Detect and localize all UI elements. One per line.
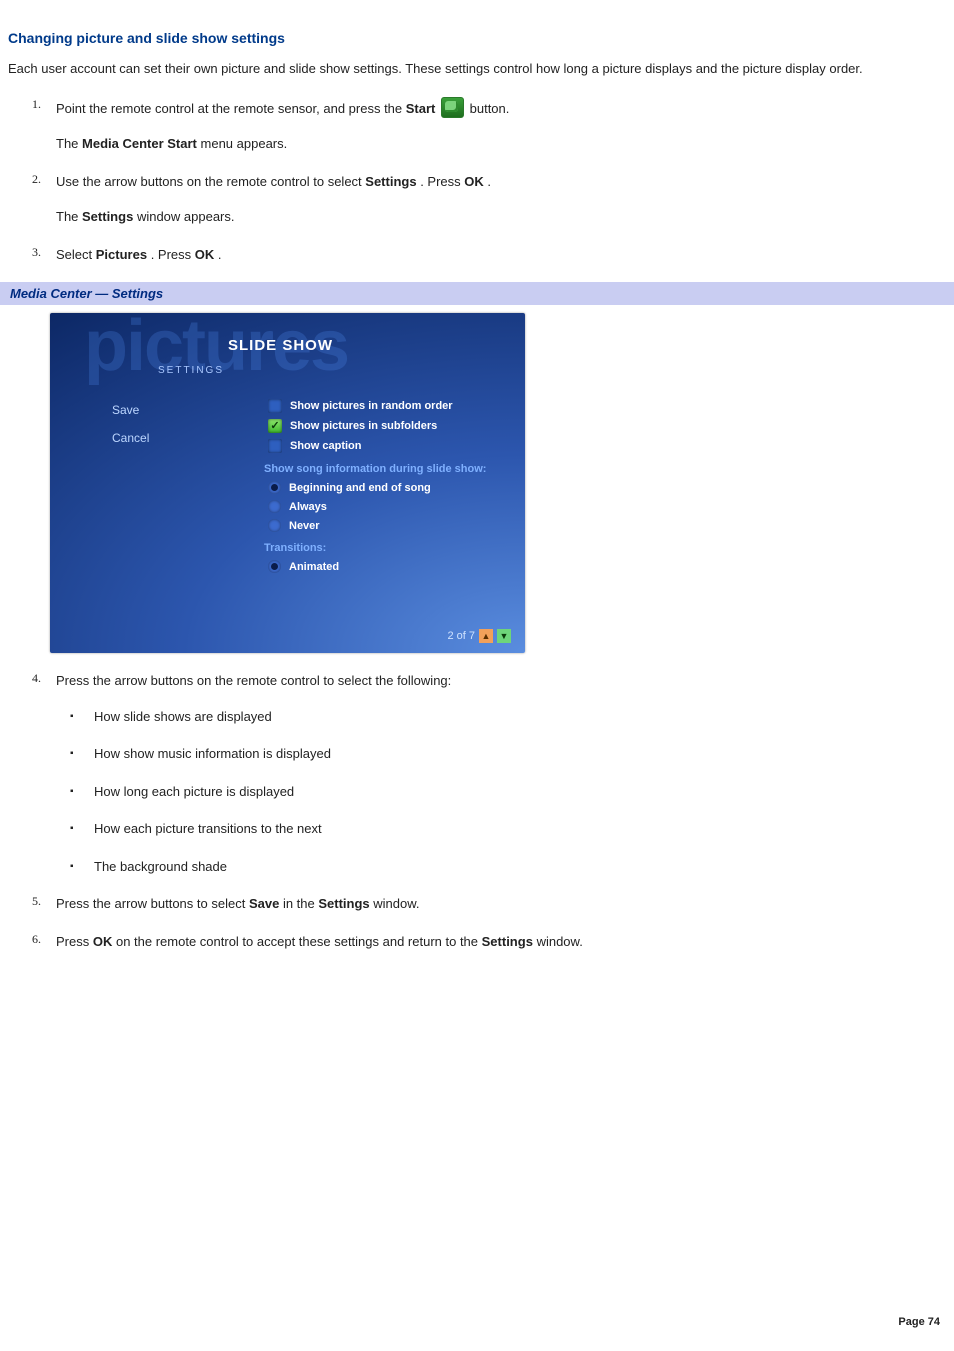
radio-selected-icon (268, 481, 281, 494)
page-number: Page 74 (898, 1316, 940, 1328)
save-button[interactable]: Save (112, 403, 149, 417)
cancel-button[interactable]: Cancel (112, 431, 149, 445)
group-label-song-info: Show song information during slide show: (264, 463, 505, 475)
checkbox-subfolders[interactable]: ✓ Show pictures in subfolders (268, 419, 505, 433)
step-number: 3. (32, 245, 41, 260)
media-center-start-icon (441, 97, 464, 118)
step-number: 2. (32, 172, 41, 187)
checkbox-caption[interactable]: Show caption (268, 439, 505, 453)
radio-animated[interactable]: Animated (268, 560, 505, 573)
checkbox-icon (268, 439, 282, 453)
radio-icon (268, 519, 281, 532)
intro-paragraph: Each user account can set their own pict… (8, 60, 946, 79)
checkbox-checked-icon: ✓ (268, 419, 282, 433)
radio-never[interactable]: Never (268, 519, 505, 532)
radio-always[interactable]: Always (268, 500, 505, 513)
bullet-item: How slide shows are displayed (70, 707, 946, 727)
step-5: Press the arrow buttons to select Save i… (56, 894, 946, 914)
step-1: Point the remote control at the remote s… (56, 97, 946, 154)
checkbox-random-order[interactable]: Show pictures in random order (268, 399, 505, 413)
pager-label: 2 of 7 (447, 630, 475, 642)
bullet-item: How show music information is displayed (70, 744, 946, 764)
step-number: 6. (32, 932, 41, 947)
radio-selected-icon (268, 560, 281, 573)
step-6: Press OK on the remote control to accept… (56, 932, 946, 952)
radio-icon (268, 500, 281, 513)
group-label-transitions: Transitions: (264, 542, 505, 554)
bullet-item: The background shade (70, 857, 946, 877)
panel-title: SLIDE SHOW (228, 337, 333, 354)
checkbox-icon (268, 399, 282, 413)
page-up-button[interactable]: ▲ (479, 629, 493, 643)
section-heading: Changing picture and slide show settings (8, 30, 946, 46)
page-down-button[interactable]: ▼ (497, 629, 511, 643)
screenshot-caption-bar: Media Center — Settings (0, 282, 954, 305)
step-4: Press the arrow buttons on the remote co… (56, 671, 946, 876)
bullet-item: How long each picture is displayed (70, 782, 946, 802)
breadcrumb-settings: SETTINGS (158, 365, 224, 376)
bullet-item: How each picture transitions to the next (70, 819, 946, 839)
step-number: 4. (32, 671, 41, 686)
step-number: 5. (32, 894, 41, 909)
step-2: Use the arrow buttons on the remote cont… (56, 172, 946, 227)
media-center-screenshot: pictures SETTINGS SLIDE SHOW Save Cancel… (50, 313, 525, 653)
step-number: 1. (32, 97, 41, 112)
step-3: Select Pictures . Press OK . (56, 245, 946, 265)
radio-beginning-end[interactable]: Beginning and end of song (268, 481, 505, 494)
